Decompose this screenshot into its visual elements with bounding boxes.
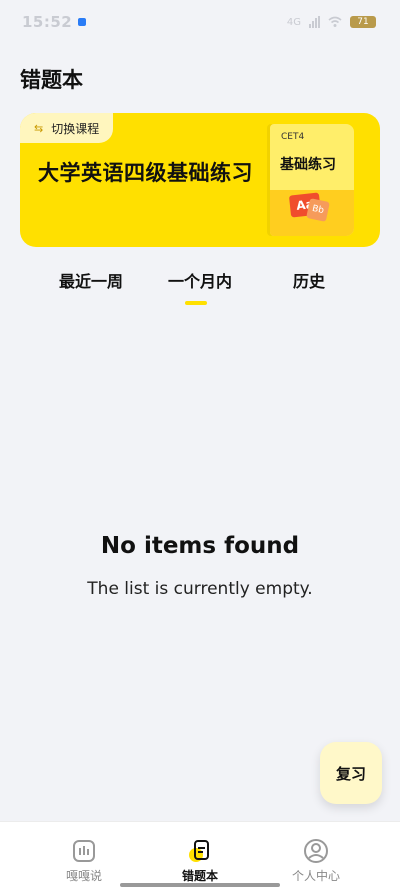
tab-within-month[interactable]: 一个月内 [145,268,255,305]
notebook-icon [187,838,213,864]
battery-icon: 71 [350,16,376,28]
nav-label-gagashuo: 嘎嘎说 [65,869,102,883]
nav-item-notebook[interactable]: 错题本 [160,838,240,886]
course-banner[interactable]: ⇆ 切换课程 大学英语四级基础练习 CET4 基础练习 Aa Bb [20,113,380,247]
book-tag: CET4 [281,132,305,142]
signal-icon [309,16,320,28]
network-label: 4G [286,16,301,28]
nav-item-gagashuo[interactable]: 嘎嘎说 [44,838,124,886]
notification-icon [78,18,87,26]
chat-bars-icon [71,838,97,864]
status-right: 4G 71 [287,16,376,28]
switch-course-button[interactable]: ⇆ 切换课程 [20,113,114,143]
review-button[interactable]: 复习 [320,742,382,804]
course-book-cover: CET4 基础练习 Aa Bb [270,124,354,236]
tab-history[interactable]: 历史 [254,268,364,292]
bottom-nav: 嘎嘎说 错题本 个人中心 [0,821,400,889]
status-time: 15:52 [22,13,73,31]
tab-last-week[interactable]: 最近一周 [36,268,146,292]
tab-active-indicator [185,301,207,305]
empty-state-title: No items found [100,533,300,559]
tab-within-month-label: 一个月内 [167,272,232,291]
nav-item-profile[interactable]: 个人中心 [276,838,356,886]
switch-course-label: 切换课程 [51,121,100,136]
switch-icon: ⇆ [34,121,44,135]
nav-label-notebook: 错题本 [181,869,218,883]
home-indicator[interactable] [120,883,280,887]
bb-card-icon: Bb [306,198,330,222]
status-bar: 15:52 4G 71 [0,0,400,44]
time-filter-tabs: 最近一周 一个月内 历史 [0,268,400,308]
wifi-icon [328,16,342,27]
empty-state-subtitle: The list is currently empty. [87,579,313,599]
page-title: 错题本 [20,68,83,92]
nav-label-profile: 个人中心 [291,869,340,883]
user-icon [303,838,329,864]
status-left: 15:52 [22,13,87,31]
course-title: 大学英语四级基础练习 [38,161,253,185]
book-title: 基础练习 [280,157,336,173]
